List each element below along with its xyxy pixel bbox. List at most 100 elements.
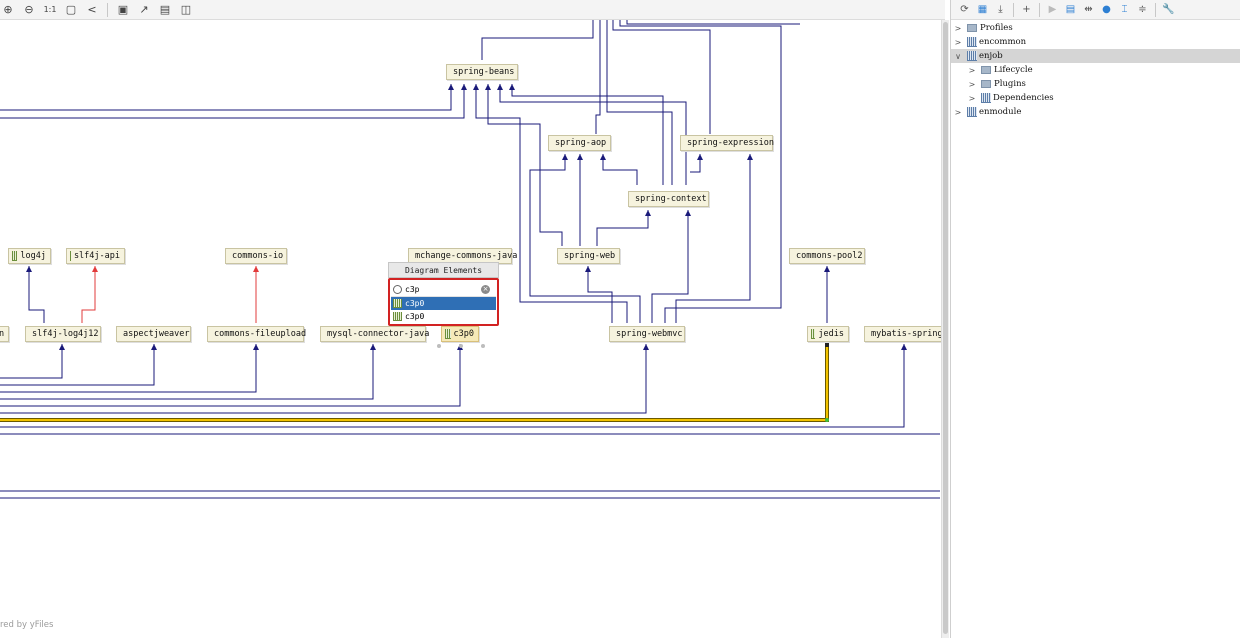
node-mysql-connector-java[interactable]: mysql-connector-java	[320, 326, 429, 342]
node-log4j[interactable]: log4j	[8, 248, 51, 264]
print-icon[interactable]: ▤	[157, 2, 173, 18]
add-icon[interactable]: +	[1019, 2, 1034, 17]
add-folder-icon[interactable]: ▦	[975, 2, 990, 17]
node-label: slf4j-api	[73, 251, 120, 261]
chevron-right-icon[interactable]: >	[967, 94, 977, 103]
chevron-right-icon[interactable]: >	[953, 38, 963, 47]
tree-item-profiles[interactable]: > Profiles	[951, 21, 1240, 35]
selection-handle[interactable]	[437, 344, 441, 348]
node-spring-aop[interactable]: spring-aop	[548, 135, 611, 151]
node-mybatis-spring[interactable]: mybatis-spring	[864, 326, 944, 342]
node-label: spring-beans	[453, 67, 515, 77]
node-spring-webmvc[interactable]: spring-webmvc	[609, 326, 685, 342]
node-jedis[interactable]: jedis	[807, 326, 849, 342]
dependency-edge	[0, 344, 647, 414]
edge-arrowhead	[59, 344, 65, 350]
dependency-diagram[interactable]: ⊕ ⊖ 1:1 ▢ < ▣ ↗ ▤ ◫ spring-beans spring-…	[0, 0, 945, 638]
run-icon[interactable]: ▶	[1045, 2, 1060, 17]
chevron-right-icon[interactable]: >	[953, 108, 963, 117]
node-label: spring-aop	[555, 138, 607, 148]
node-spring-web[interactable]: spring-web	[557, 248, 620, 264]
search-input[interactable]	[405, 284, 481, 294]
edge-arrowhead	[370, 344, 376, 350]
tree-item-enmodule[interactable]: > enmodule	[951, 105, 1240, 119]
edge-arrowhead	[645, 210, 651, 216]
edge-arrowhead	[485, 84, 491, 90]
edge-arrowhead	[509, 84, 515, 90]
node-slf4j-log4j12[interactable]: slf4j-log4j12	[25, 326, 101, 342]
dependency-edge	[626, 20, 800, 25]
edge-arrowhead	[643, 344, 649, 350]
yfiles-watermark: red by yFiles	[0, 620, 54, 630]
tree-item-encommon[interactable]: > encommon	[951, 35, 1240, 49]
popup-body: × c3p0 c3p0	[388, 278, 499, 326]
run-config-icon[interactable]: ▤	[1063, 2, 1078, 17]
download-icon[interactable]: ⤓	[993, 2, 1008, 17]
jar-icon	[811, 329, 816, 339]
node-partial-left[interactable]: n	[0, 326, 9, 342]
node-commons-fileupload[interactable]: commons-fileupload	[207, 326, 306, 342]
zoom-in-icon[interactable]: ⊕	[0, 2, 16, 18]
edge-arrowhead	[253, 344, 259, 350]
tree-item-lifecycle[interactable]: > Lifecycle	[951, 63, 1240, 77]
node-spring-expression[interactable]: spring-expression	[680, 135, 774, 151]
node-aspectjweaver[interactable]: aspectjweaver	[116, 326, 191, 342]
scrollbar-thumb[interactable]	[943, 22, 948, 634]
collapse-icon[interactable]: ≑	[1135, 2, 1150, 17]
node-c3p0[interactable]: c3p0	[441, 326, 479, 342]
node-slf4j-api[interactable]: slf4j-api	[66, 248, 125, 264]
edge-arrowhead	[585, 266, 591, 272]
node-commons-pool2[interactable]: commons-pool2	[789, 248, 865, 264]
dependency-edge	[0, 344, 63, 379]
profiles-icon	[967, 24, 977, 32]
zoom-out-icon[interactable]: ⊖	[21, 2, 37, 18]
tree-item-plugins[interactable]: > Plugins	[951, 77, 1240, 91]
node-spring-beans[interactable]: spring-beans	[446, 64, 518, 80]
edge-arrowhead	[697, 154, 703, 160]
chevron-right-icon[interactable]: >	[967, 66, 977, 75]
diagram-elements-popup[interactable]: Diagram Elements × c3p0 c3p0	[388, 262, 499, 326]
show-diagram-icon[interactable]: ⌶	[1117, 2, 1132, 17]
chevron-down-icon[interactable]: ∨	[953, 52, 963, 61]
selection-handle[interactable]	[459, 344, 463, 348]
actual-size-icon[interactable]: 1:1	[42, 2, 58, 18]
conflict-edge	[81, 266, 96, 323]
skip-tests-icon[interactable]: ●	[1099, 2, 1114, 17]
share-icon[interactable]: <	[84, 2, 100, 18]
tree-item-enjob[interactable]: ∨ enjob	[951, 49, 1240, 63]
tree-item-label: Lifecycle	[994, 65, 1033, 75]
chevron-right-icon[interactable]: >	[953, 24, 963, 33]
diagram-scrollbar[interactable]	[941, 20, 949, 638]
search-result-item[interactable]: c3p0	[391, 297, 496, 310]
settings-wrench-icon[interactable]: 🔧	[1161, 2, 1176, 17]
fit-content-icon[interactable]: ▢	[63, 2, 79, 18]
dependency-edge	[596, 210, 649, 246]
popup-title: Diagram Elements	[388, 262, 499, 278]
node-spring-context[interactable]: spring-context	[628, 191, 709, 207]
node-label: log4j	[20, 251, 46, 261]
tree-item-dependencies[interactable]: > Dependencies	[951, 91, 1240, 105]
search-result-item[interactable]: c3p0	[391, 310, 496, 323]
node-commons-io[interactable]: commons-io	[225, 248, 287, 264]
module-icon	[967, 51, 977, 61]
dependency-edge	[0, 344, 461, 407]
save-icon[interactable]: ▣	[115, 2, 131, 18]
dependency-edge	[28, 266, 45, 323]
maven-toolbar: ⟳ ▦ ⤓ + ▶ ▤ ⇹ ● ⌶ ≑ 🔧	[951, 0, 1240, 20]
node-label: mybatis-spring	[871, 329, 943, 339]
node-label: jedis	[818, 329, 844, 339]
highlighted-edge	[0, 344, 829, 422]
print-preview-icon[interactable]: ◫	[178, 2, 194, 18]
chevron-right-icon[interactable]: >	[967, 80, 977, 89]
edge-arrowhead	[901, 344, 907, 350]
toggle-offline-icon[interactable]: ⇹	[1081, 2, 1096, 17]
toolbar-separator	[107, 2, 108, 17]
selection-handle[interactable]	[481, 344, 485, 348]
reload-icon[interactable]: ⟳	[957, 2, 972, 17]
export-icon[interactable]: ↗	[136, 2, 152, 18]
node-label: n	[0, 329, 5, 339]
edge-arrowhead	[26, 266, 32, 272]
clear-icon[interactable]: ×	[481, 284, 490, 294]
edge-arrowhead	[448, 84, 454, 90]
highlighted-edge	[0, 344, 828, 421]
